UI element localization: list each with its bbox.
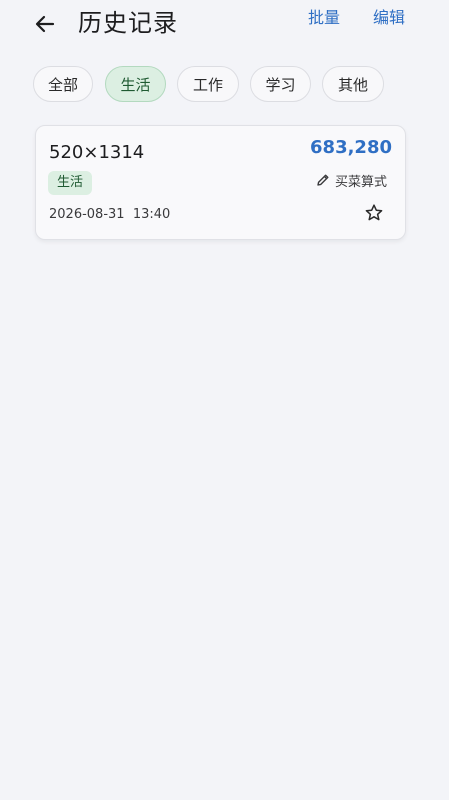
- favorite-button[interactable]: [363, 202, 385, 224]
- batch-button[interactable]: 批量: [308, 7, 340, 29]
- arrow-left-icon: [34, 13, 56, 35]
- page-title: 历史记录: [78, 9, 178, 37]
- history-screen: 历史记录 批量 编辑 全部 生活 工作 学习 其他 520×1314 683,2…: [0, 0, 449, 800]
- pencil-icon: [316, 173, 330, 187]
- filter-chip-study[interactable]: 学习: [250, 66, 311, 102]
- filter-chip-other[interactable]: 其他: [322, 66, 384, 102]
- edit-button[interactable]: 编辑: [373, 7, 405, 29]
- star-outline-icon: [364, 203, 384, 223]
- app-header: 历史记录 批量 编辑: [0, 0, 449, 50]
- record-result: 683,280: [310, 137, 392, 158]
- back-button[interactable]: [30, 9, 60, 39]
- record-category-tag: 生活: [48, 171, 93, 195]
- filter-chip-life[interactable]: 生活: [105, 66, 166, 102]
- record-note-label: 买菜算式: [334, 174, 387, 190]
- category-filter-bar: 全部 生活 工作 学习 其他: [33, 66, 384, 104]
- record-timestamp: 2026-08-31 13:40: [49, 207, 171, 222]
- history-record-card[interactable]: 520×1314 683,280 生活 买菜算式 2026-08-31 13:4…: [35, 125, 406, 240]
- record-note-button[interactable]: 买菜算式: [316, 170, 387, 190]
- record-expression: 520×1314: [49, 142, 145, 163]
- filter-chip-work[interactable]: 工作: [177, 66, 239, 102]
- filter-chip-all[interactable]: 全部: [33, 66, 93, 102]
